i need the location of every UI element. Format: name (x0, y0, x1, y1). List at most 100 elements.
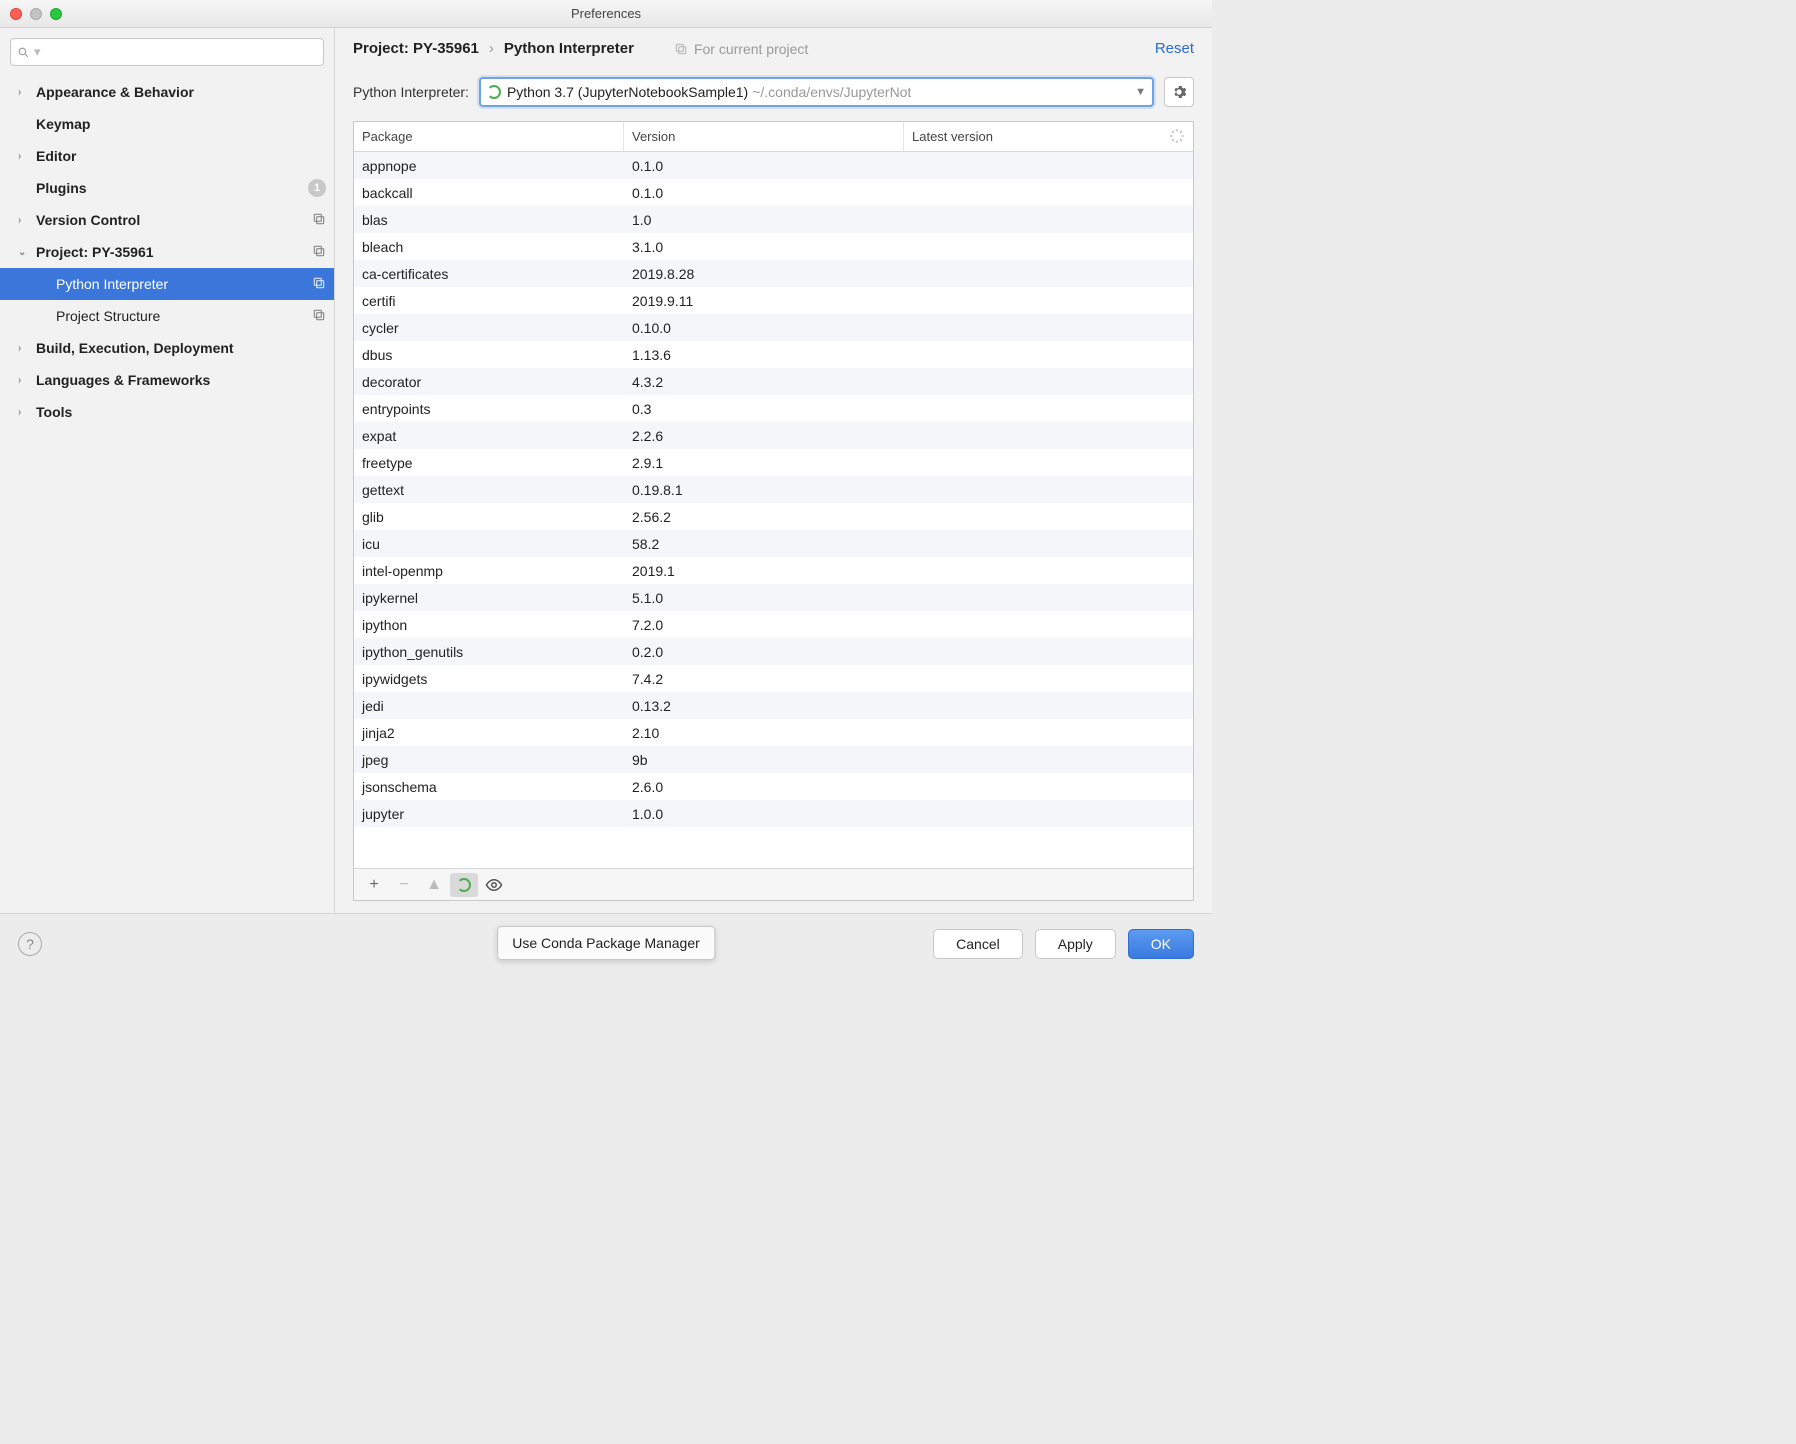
conda-manager-button[interactable] (450, 873, 478, 897)
table-row[interactable]: jinja22.10 (354, 719, 1193, 746)
cell-version: 0.2.0 (624, 644, 904, 660)
header-latest[interactable]: Latest version (904, 122, 1193, 151)
table-row[interactable]: jedi0.13.2 (354, 692, 1193, 719)
table-row[interactable]: ipython_genutils0.2.0 (354, 638, 1193, 665)
interpreter-name: Python 3.7 (JupyterNotebookSample1) (507, 84, 748, 100)
cell-package: glib (354, 509, 624, 525)
table-row[interactable]: ipywidgets7.4.2 (354, 665, 1193, 692)
window-titlebar: Preferences (0, 0, 1212, 28)
cell-package: gettext (354, 482, 624, 498)
sidebar-item-label: Keymap (36, 116, 90, 132)
copy-icon (674, 42, 688, 56)
apply-button[interactable]: Apply (1035, 929, 1116, 959)
table-row[interactable]: ipython7.2.0 (354, 611, 1193, 638)
table-row[interactable]: freetype2.9.1 (354, 449, 1193, 476)
table-row[interactable]: gettext0.19.8.1 (354, 476, 1193, 503)
sidebar-item-plugins[interactable]: Plugins1 (0, 172, 334, 204)
cell-package: appnope (354, 158, 624, 174)
table-row[interactable]: intel-openmp2019.1 (354, 557, 1193, 584)
interpreter-dropdown[interactable]: Python 3.7 (JupyterNotebookSample1) ~/.c… (479, 77, 1154, 107)
cell-version: 2.2.6 (624, 428, 904, 444)
table-row[interactable]: backcall0.1.0 (354, 179, 1193, 206)
cell-version: 58.2 (624, 536, 904, 552)
window-title: Preferences (0, 6, 1212, 21)
sidebar-item-keymap[interactable]: Keymap (0, 108, 334, 140)
table-row[interactable]: expat2.2.6 (354, 422, 1193, 449)
cell-package: ipywidgets (354, 671, 624, 687)
sidebar-item-label: Tools (36, 404, 72, 420)
table-row[interactable]: glib2.56.2 (354, 503, 1193, 530)
table-body: appnope0.1.0backcall0.1.0blas1.0bleach3.… (354, 152, 1193, 868)
copy-icon (312, 212, 326, 229)
sidebar-item-label: Appearance & Behavior (36, 84, 194, 100)
cell-package: blas (354, 212, 624, 228)
header-package[interactable]: Package (354, 122, 624, 151)
cell-version: 9b (624, 752, 904, 768)
cell-package: dbus (354, 347, 624, 363)
add-package-button[interactable]: + (360, 873, 388, 897)
interpreter-path: ~/.conda/envs/JupyterNot (752, 84, 911, 100)
table-row[interactable]: cycler0.10.0 (354, 314, 1193, 341)
sidebar-item-build-execution-deployment[interactable]: ›Build, Execution, Deployment (0, 332, 334, 364)
sidebar-search-input[interactable]: ▾ (10, 38, 324, 66)
show-early-releases-button[interactable] (480, 873, 508, 897)
cell-package: backcall (354, 185, 624, 201)
badge: 1 (308, 179, 326, 197)
cell-package: entrypoints (354, 401, 624, 417)
cell-version: 2019.1 (624, 563, 904, 579)
cell-package: jedi (354, 698, 624, 714)
cell-package: cycler (354, 320, 624, 336)
header-version[interactable]: Version (624, 122, 904, 151)
cell-version: 2.10 (624, 725, 904, 741)
table-row[interactable]: jupyter1.0.0 (354, 800, 1193, 827)
copy-icon (312, 244, 326, 261)
cancel-button[interactable]: Cancel (933, 929, 1023, 959)
upgrade-package-button[interactable]: ▲ (420, 873, 448, 897)
chevron-down-icon: ▼ (1135, 86, 1146, 98)
cell-version: 0.10.0 (624, 320, 904, 336)
sidebar-item-languages-frameworks[interactable]: ›Languages & Frameworks (0, 364, 334, 396)
table-row[interactable]: ca-certificates2019.8.28 (354, 260, 1193, 287)
table-row[interactable]: certifi2019.9.11 (354, 287, 1193, 314)
conda-tooltip: Use Conda Package Manager (497, 926, 715, 960)
cell-package: expat (354, 428, 624, 444)
interpreter-settings-button[interactable] (1164, 77, 1194, 107)
table-row[interactable]: blas1.0 (354, 206, 1193, 233)
table-row[interactable]: entrypoints0.3 (354, 395, 1193, 422)
table-row[interactable]: dbus1.13.6 (354, 341, 1193, 368)
sidebar-item-python-interpreter[interactable]: Python Interpreter (0, 268, 334, 300)
cell-package: jupyter (354, 806, 624, 822)
cell-package: decorator (354, 374, 624, 390)
reset-link[interactable]: Reset (1155, 40, 1194, 57)
table-row[interactable]: appnope0.1.0 (354, 152, 1193, 179)
sidebar-item-project-py-35961[interactable]: ⌄Project: PY-35961 (0, 236, 334, 268)
cell-package: intel-openmp (354, 563, 624, 579)
cell-version: 2.56.2 (624, 509, 904, 525)
sidebar-item-project-structure[interactable]: Project Structure (0, 300, 334, 332)
cell-version: 2019.9.11 (624, 293, 904, 309)
main-panel: Project: PY-35961 › Python Interpreter F… (335, 28, 1212, 913)
cell-version: 3.1.0 (624, 239, 904, 255)
sidebar-item-version-control[interactable]: ›Version Control (0, 204, 334, 236)
sidebar-item-tools[interactable]: ›Tools (0, 396, 334, 428)
sidebar-item-label: Python Interpreter (56, 276, 168, 292)
help-button[interactable]: ? (18, 932, 42, 956)
sidebar-item-appearance-behavior[interactable]: ›Appearance & Behavior (0, 76, 334, 108)
sidebar-item-label: Project: PY-35961 (36, 244, 154, 260)
table-row[interactable]: icu58.2 (354, 530, 1193, 557)
cell-package: icu (354, 536, 624, 552)
cell-package: freetype (354, 455, 624, 471)
table-row[interactable]: bleach3.1.0 (354, 233, 1193, 260)
table-toolbar: + − ▲ (354, 868, 1193, 900)
cell-version: 7.4.2 (624, 671, 904, 687)
loading-spinner-icon (1169, 128, 1185, 144)
table-row[interactable]: ipykernel5.1.0 (354, 584, 1193, 611)
table-row[interactable]: decorator4.3.2 (354, 368, 1193, 395)
table-row[interactable]: jsonschema2.6.0 (354, 773, 1193, 800)
sidebar-item-editor[interactable]: ›Editor (0, 140, 334, 172)
sidebar-item-label: Project Structure (56, 308, 160, 324)
ok-button[interactable]: OK (1128, 929, 1194, 959)
remove-package-button[interactable]: − (390, 873, 418, 897)
table-row[interactable]: jpeg9b (354, 746, 1193, 773)
breadcrumb-separator: › (489, 40, 494, 57)
